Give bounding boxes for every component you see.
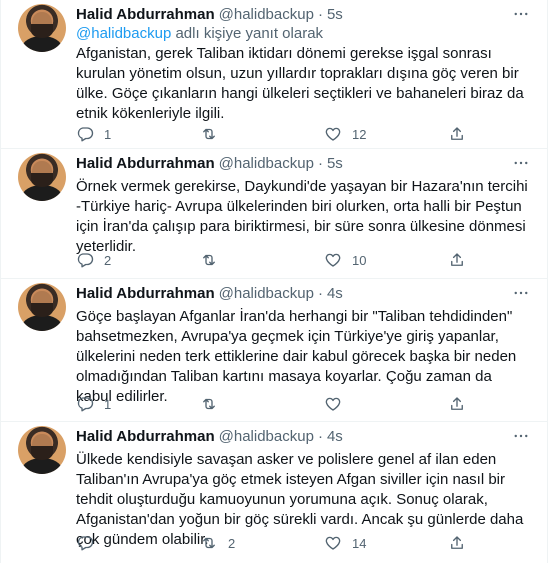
retweet-icon bbox=[203, 398, 215, 410]
retweet-button[interactable] bbox=[200, 125, 290, 143]
more-icon[interactable] bbox=[511, 426, 531, 446]
retweet-button[interactable] bbox=[200, 251, 290, 269]
like-count: 10 bbox=[352, 252, 367, 268]
reply-icon bbox=[77, 253, 94, 268]
reply-count: 2 bbox=[104, 252, 112, 268]
tweet-header: Halid Abdurrahman @halidbackup · 4s bbox=[76, 422, 531, 450]
timestamp[interactable]: 5s bbox=[327, 6, 343, 23]
avatar[interactable] bbox=[18, 426, 66, 474]
retweet-button[interactable]: 2 bbox=[200, 534, 290, 552]
like-button[interactable]: 10 bbox=[324, 251, 414, 269]
tweet[interactable]: Halid Abdurrahman @halidbackup · 4s Göçe… bbox=[1, 279, 547, 422]
tweet-header: Halid Abdurrahman @halidbackup · 4s bbox=[76, 279, 531, 307]
reply-count: 1 bbox=[104, 396, 112, 412]
author-handle[interactable]: @halidbackup bbox=[219, 428, 314, 445]
reply-icon bbox=[77, 536, 94, 551]
like-count: 14 bbox=[352, 535, 367, 551]
more-icon[interactable] bbox=[511, 283, 531, 303]
retweet-button[interactable] bbox=[200, 395, 290, 413]
separator-dot: · bbox=[317, 427, 323, 445]
reply-count: 1 bbox=[104, 126, 112, 142]
heart-icon bbox=[325, 127, 341, 141]
tweet[interactable]: Halid Abdurrahman @halidbackup · 5s @hal… bbox=[1, 0, 547, 149]
author-handle[interactable]: @halidbackup bbox=[219, 155, 314, 172]
reply-button[interactable] bbox=[76, 534, 166, 552]
author-handle[interactable]: @halidbackup bbox=[219, 6, 314, 23]
avatar[interactable] bbox=[18, 283, 66, 331]
timestamp[interactable]: 4s bbox=[327, 428, 343, 445]
tweet-content: Halid Abdurrahman @halidbackup · 4s Ülke… bbox=[76, 422, 531, 553]
tweet-header: Halid Abdurrahman @halidbackup · 5s bbox=[76, 149, 531, 177]
retweet-count: 2 bbox=[228, 535, 236, 551]
share-button[interactable] bbox=[448, 125, 466, 143]
like-button[interactable] bbox=[324, 395, 414, 413]
avatar[interactable] bbox=[18, 4, 66, 52]
tweet-text: Örnek vermek gerekirse, Daykundi'de yaşa… bbox=[76, 178, 528, 255]
author-handle[interactable]: @halidbackup bbox=[219, 285, 314, 302]
reply-button[interactable]: 2 bbox=[76, 251, 166, 269]
share-icon bbox=[451, 127, 463, 140]
tweet-content: Halid Abdurrahman @halidbackup · 4s Göçe… bbox=[76, 279, 531, 412]
separator-dot: · bbox=[317, 284, 323, 302]
author-name[interactable]: Halid Abdurrahman bbox=[76, 285, 215, 302]
more-icon[interactable] bbox=[511, 4, 531, 24]
share-icon bbox=[451, 397, 463, 410]
tweet-text: Afganistan, gerek Taliban iktidarı dönem… bbox=[76, 45, 524, 122]
share-button[interactable] bbox=[448, 534, 466, 552]
share-button[interactable] bbox=[448, 251, 466, 269]
share-button[interactable] bbox=[448, 395, 466, 413]
tweet-actions: 1 bbox=[76, 394, 466, 414]
tweet-thread: Halid Abdurrahman @halidbackup · 5s @hal… bbox=[0, 0, 548, 563]
reply-icon bbox=[77, 397, 94, 412]
timestamp[interactable]: 5s bbox=[327, 155, 343, 172]
like-count: 12 bbox=[352, 126, 367, 142]
share-icon bbox=[451, 253, 463, 266]
reply-mention-link[interactable]: @halidbackup bbox=[76, 25, 171, 42]
reply-button[interactable]: 1 bbox=[76, 125, 166, 143]
author-name[interactable]: Halid Abdurrahman bbox=[76, 6, 215, 23]
more-icon[interactable] bbox=[511, 153, 531, 173]
tweet[interactable]: Halid Abdurrahman @halidbackup · 5s Örne… bbox=[1, 149, 547, 279]
retweet-icon bbox=[203, 254, 215, 266]
separator-dot: · bbox=[317, 5, 323, 23]
tweet-content: Halid Abdurrahman @halidbackup · 5s Örne… bbox=[76, 149, 531, 268]
avatar[interactable] bbox=[18, 153, 66, 201]
retweet-icon bbox=[203, 537, 215, 549]
tweet-actions: 2 14 bbox=[76, 533, 466, 553]
tweet-actions: 2 10 bbox=[76, 250, 466, 270]
reply-suffix: adlı kişiye yanıt olarak bbox=[171, 25, 324, 42]
heart-icon bbox=[325, 536, 341, 550]
retweet-icon bbox=[203, 128, 215, 140]
reply-icon bbox=[77, 127, 94, 142]
like-button[interactable]: 12 bbox=[324, 125, 414, 143]
reply-button[interactable]: 1 bbox=[76, 395, 166, 413]
heart-icon bbox=[325, 397, 341, 411]
tweet-content: Halid Abdurrahman @halidbackup · 5s @hal… bbox=[76, 0, 531, 142]
separator-dot: · bbox=[317, 154, 323, 172]
timestamp[interactable]: 4s bbox=[327, 285, 343, 302]
tweet-text: Göçe başlayan Afganlar İran'da herhangi … bbox=[76, 308, 517, 405]
heart-icon bbox=[325, 253, 341, 267]
like-button[interactable]: 14 bbox=[324, 534, 414, 552]
share-icon bbox=[451, 536, 463, 549]
author-name[interactable]: Halid Abdurrahman bbox=[76, 428, 215, 445]
author-name[interactable]: Halid Abdurrahman bbox=[76, 155, 215, 172]
reply-context: @halidbackup adlı kişiye yanıt olarak bbox=[76, 24, 531, 44]
tweet-actions: 1 12 bbox=[76, 124, 466, 144]
tweet[interactable]: Halid Abdurrahman @halidbackup · 4s Ülke… bbox=[1, 422, 547, 563]
